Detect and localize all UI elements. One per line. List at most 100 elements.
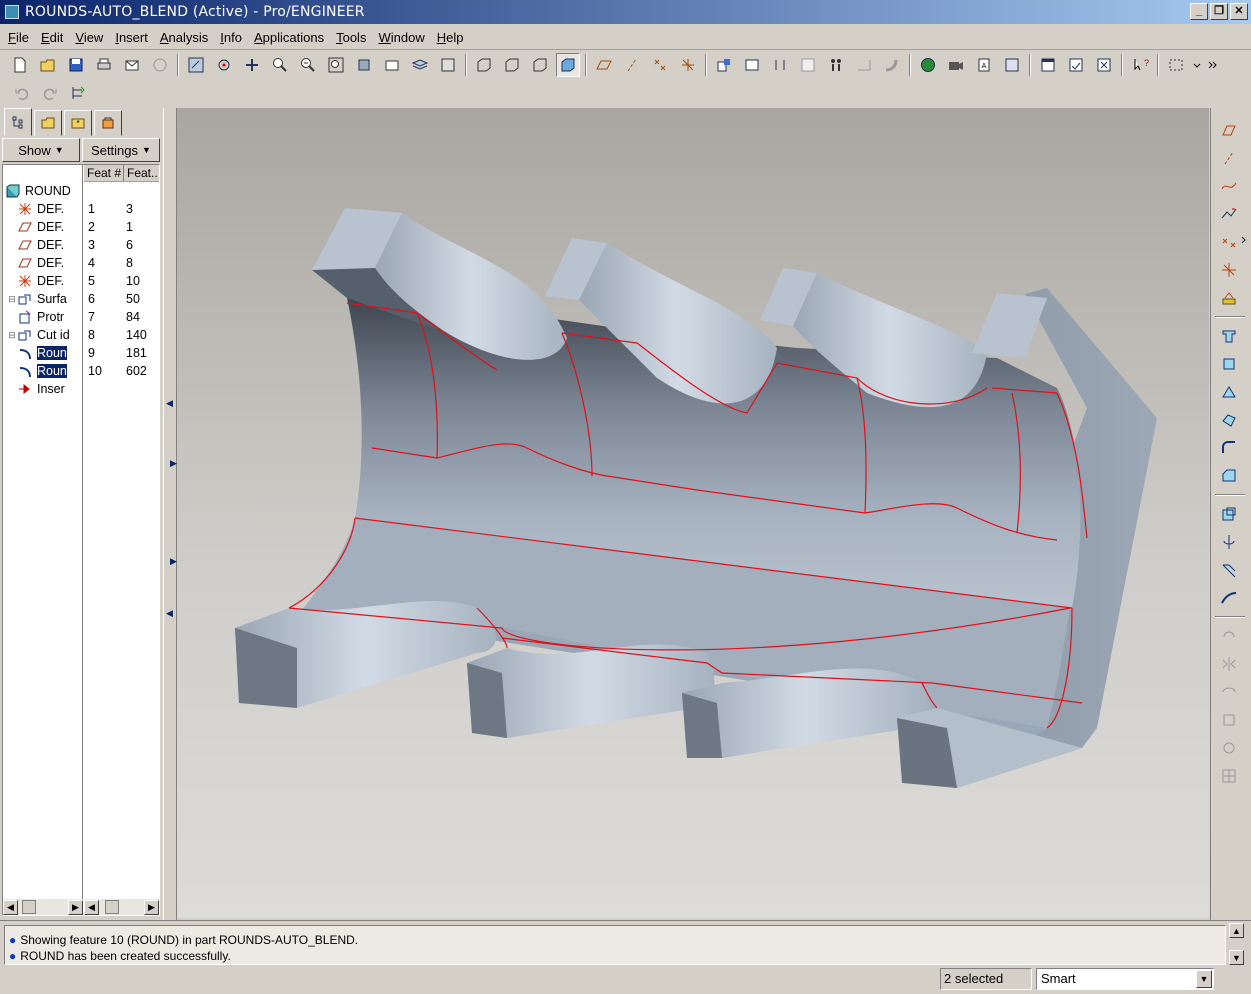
expand-toggle-icon[interactable]: ⊟ xyxy=(7,330,17,341)
minimize-button[interactable]: _ xyxy=(1190,3,1208,20)
expand-toggle-icon[interactable]: ⊟ xyxy=(7,294,17,305)
pipe-icon[interactable] xyxy=(880,53,904,77)
tree-item[interactable]: Roun xyxy=(3,362,82,380)
mirror-tool-icon[interactable] xyxy=(1217,652,1241,676)
window-new-icon[interactable] xyxy=(1036,53,1060,77)
parameters-icon[interactable] xyxy=(796,53,820,77)
tree-item[interactable]: ⊟ Cut id xyxy=(3,326,82,344)
menu-applications[interactable]: Applications xyxy=(248,27,330,49)
save-icon[interactable] xyxy=(64,53,88,77)
datum-curve-tool-icon[interactable] xyxy=(1217,174,1241,198)
hole-tool-icon[interactable] xyxy=(1217,502,1241,526)
saved-views-icon[interactable] xyxy=(380,53,404,77)
copy-tool-icon[interactable] xyxy=(1217,624,1241,648)
datum-point-tool-icon[interactable] xyxy=(1217,230,1241,254)
tree-item[interactable]: Inser xyxy=(3,380,82,398)
scroll-right-icon[interactable]: ▶ xyxy=(68,899,83,915)
datum-plane-tool-icon[interactable] xyxy=(1217,118,1241,142)
menu-insert[interactable]: Insert xyxy=(109,27,154,49)
shading-icon[interactable] xyxy=(556,53,580,77)
toolbar-more-icon[interactable] xyxy=(1206,53,1218,77)
sweep-tool-icon[interactable] xyxy=(1217,380,1241,404)
analysis-tool-icon[interactable] xyxy=(1217,286,1241,310)
family-table-icon[interactable] xyxy=(824,53,848,77)
offset-tool-icon[interactable] xyxy=(1217,764,1241,788)
menu-view[interactable]: View xyxy=(69,27,109,49)
video-icon[interactable] xyxy=(944,53,968,77)
draft-tool-icon[interactable] xyxy=(1217,558,1241,582)
tree-item[interactable]: DEF. xyxy=(3,236,82,254)
feature-op-icon[interactable] xyxy=(852,53,876,77)
expand-arrow-icon[interactable]: ▶ xyxy=(170,556,177,567)
chevron-right-icon[interactable] xyxy=(1239,228,1249,252)
hidden-line-icon[interactable] xyxy=(500,53,524,77)
datum-axis-tool-icon[interactable] xyxy=(1217,146,1241,170)
datum-planes-display-icon[interactable] xyxy=(592,53,616,77)
zoom-in-icon[interactable] xyxy=(268,53,292,77)
feat-num-header[interactable]: Feat # xyxy=(84,165,124,181)
collapse-arrow-icon[interactable]: ◀ xyxy=(166,608,173,619)
relations-icon[interactable] xyxy=(768,53,792,77)
chevron-down-icon[interactable]: ▼ xyxy=(1196,970,1212,988)
regenerate-icon[interactable] xyxy=(740,53,764,77)
tree-name-scrollbar[interactable]: ◀ ▶ xyxy=(3,899,83,915)
tree-item[interactable]: DEF. xyxy=(3,254,82,272)
expand-arrow-icon[interactable]: ▶ xyxy=(170,458,177,469)
connections-tab[interactable] xyxy=(94,110,122,136)
scroll-right-icon[interactable]: ▶ xyxy=(144,899,159,915)
reorient-icon[interactable] xyxy=(352,53,376,77)
menu-analysis[interactable]: Analysis xyxy=(154,27,214,49)
extrude-tool-icon[interactable] xyxy=(1217,324,1241,348)
web-browser-icon[interactable] xyxy=(916,53,940,77)
window-close-icon[interactable] xyxy=(1092,53,1116,77)
graphics-window[interactable] xyxy=(177,108,1209,918)
tree-item[interactable]: Roun xyxy=(3,344,82,362)
scroll-left-icon[interactable]: ◀ xyxy=(84,899,99,915)
annotation-icon[interactable]: A xyxy=(972,53,996,77)
shell-tool-icon[interactable] xyxy=(1217,586,1241,610)
feat-id-header[interactable]: Feat.. xyxy=(124,165,159,181)
merge-tool-icon[interactable] xyxy=(1217,680,1241,704)
show-menu-button[interactable]: Show ▼ xyxy=(2,138,80,162)
tree-item[interactable]: DEF. xyxy=(3,272,82,290)
tree-item[interactable]: DEF. xyxy=(3,200,82,218)
spin-center-icon[interactable] xyxy=(212,53,236,77)
settings-menu-button[interactable]: Settings ▼ xyxy=(82,138,160,162)
window-activate-icon[interactable] xyxy=(1064,53,1088,77)
model-setup-icon[interactable] xyxy=(712,53,736,77)
collapse-arrow-icon[interactable]: ◀ xyxy=(166,398,173,409)
scroll-thumb[interactable] xyxy=(104,900,119,914)
refit-icon[interactable] xyxy=(324,53,348,77)
regenerate-model-icon[interactable] xyxy=(66,81,90,105)
scroll-down-icon[interactable]: ▼ xyxy=(1229,950,1244,965)
model-tree-tab[interactable] xyxy=(4,108,32,136)
repaint-icon[interactable] xyxy=(184,53,208,77)
menu-info[interactable]: Info xyxy=(214,27,248,49)
menu-window[interactable]: Window xyxy=(372,27,430,49)
scroll-left-icon[interactable]: ◀ xyxy=(3,899,18,915)
part-model[interactable] xyxy=(177,108,1209,918)
sketch-tool-icon[interactable] xyxy=(1217,202,1241,226)
print-icon[interactable] xyxy=(92,53,116,77)
chamfer-tool-icon[interactable] xyxy=(1217,464,1241,488)
csys-tool-icon[interactable] xyxy=(1217,258,1241,282)
round-tool-icon[interactable] xyxy=(1217,436,1241,460)
pattern-tool-icon[interactable] xyxy=(1217,736,1241,760)
rib-tool-icon[interactable] xyxy=(1217,530,1241,554)
selection-filter[interactable]: Smart xyxy=(1036,968,1214,990)
email-icon[interactable] xyxy=(120,53,144,77)
context-help-icon[interactable]: ? xyxy=(1128,53,1152,77)
redo-icon[interactable] xyxy=(38,81,62,105)
scroll-up-icon[interactable]: ▲ xyxy=(1229,923,1244,938)
orient-mode-icon[interactable] xyxy=(240,53,264,77)
no-hidden-icon[interactable] xyxy=(528,53,552,77)
revolve-tool-icon[interactable] xyxy=(1217,352,1241,376)
open-folder-icon[interactable] xyxy=(36,53,60,77)
zoom-out-icon[interactable] xyxy=(296,53,320,77)
message-scrollbar[interactable]: ▲ ▼ xyxy=(1229,923,1245,965)
favorites-tab[interactable]: * xyxy=(64,110,92,136)
chevron-down-icon[interactable] xyxy=(1192,53,1202,77)
tree-item[interactable]: DEF. xyxy=(3,218,82,236)
view-manager-icon[interactable] xyxy=(436,53,460,77)
tree-num-scrollbar[interactable]: ◀ ▶ xyxy=(84,899,159,915)
